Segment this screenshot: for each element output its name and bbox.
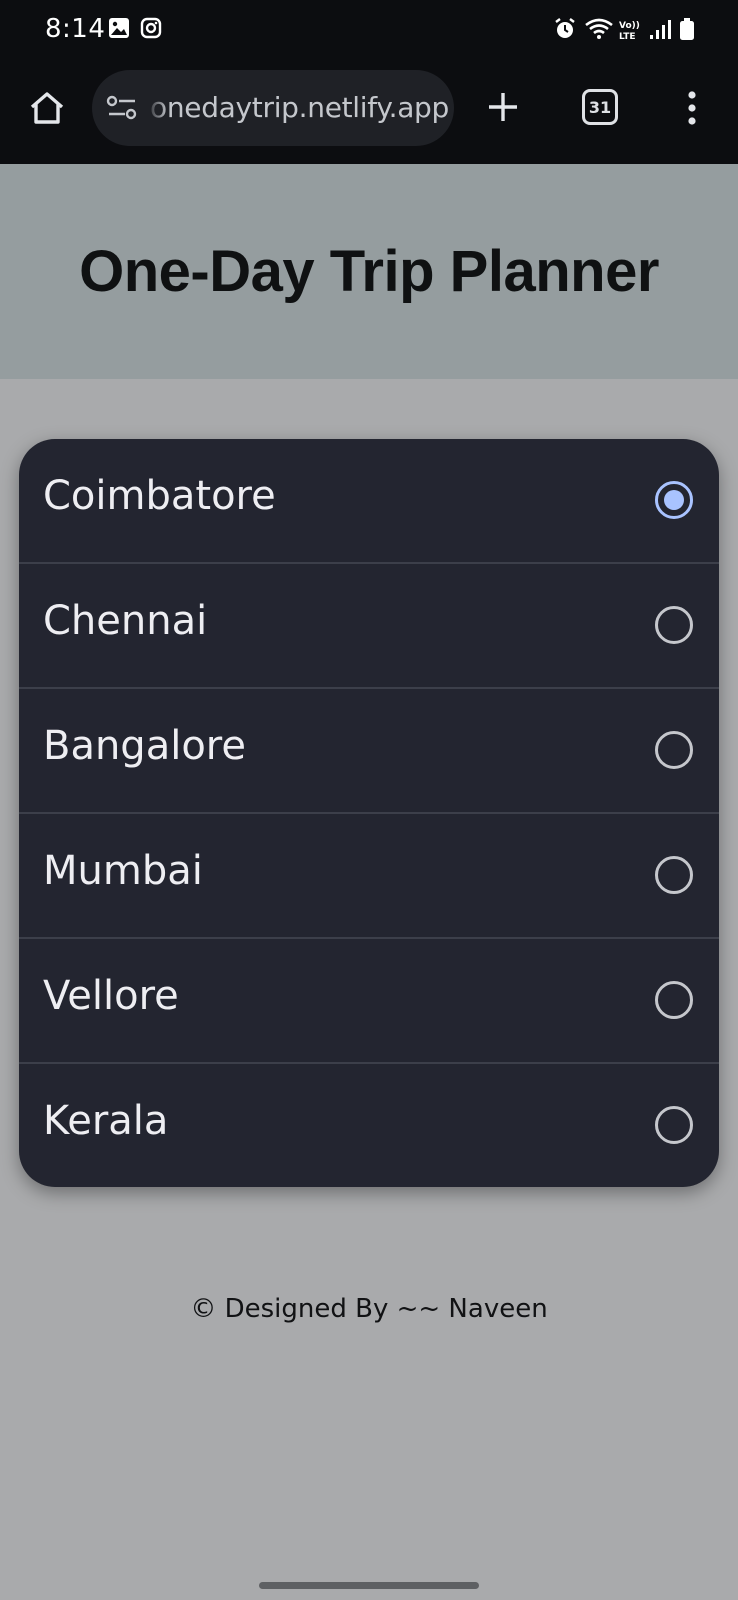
city-option-chennai[interactable]: Chennai [19,564,719,689]
svg-text:Vo)): Vo)) [619,21,640,31]
instagram-notification-icon [140,17,162,44]
city-option-vellore[interactable]: Vellore [19,939,719,1064]
radio-button[interactable] [655,731,693,769]
footer-credit: © Designed By ~~ Naveen [190,1294,548,1324]
page-header: One-Day Trip Planner [0,164,738,379]
tab-count: 31 [582,89,618,125]
wifi-icon [584,17,614,46]
city-option-coimbatore[interactable]: Coimbatore [19,439,719,564]
browser-toolbar: onedaytrip.netlify.app 31 [0,62,738,164]
new-tab-button[interactable] [480,84,526,130]
radio-button[interactable] [655,981,693,1019]
status-time: 8:14 [45,14,106,44]
radio-button[interactable] [655,1106,693,1144]
city-label: Bangalore [43,723,246,769]
volte-icon: Vo)) LTE [618,18,644,47]
more-vertical-icon [688,91,696,125]
page-title: One-Day Trip Planner [79,239,659,304]
gallery-notification-icon [108,17,130,44]
city-label: Coimbatore [43,473,276,519]
svg-text:LTE: LTE [619,32,636,42]
signal-icon [649,17,671,46]
city-option-mumbai[interactable]: Mumbai [19,814,719,939]
radio-button-selected[interactable] [655,481,693,519]
battery-icon [679,17,695,46]
plus-icon [489,93,517,121]
url-text: onedaytrip.netlify.app [150,91,450,124]
city-option-bangalore[interactable]: Bangalore [19,689,719,814]
radio-button[interactable] [655,606,693,644]
home-icon [30,92,64,124]
alarm-icon [553,17,577,46]
radio-button[interactable] [655,856,693,894]
menu-button[interactable] [678,88,706,128]
city-label: Kerala [43,1098,169,1144]
site-settings-icon[interactable] [106,92,138,129]
city-label: Chennai [43,598,208,644]
city-label: Vellore [43,973,179,1019]
status-bar: 8:14 Vo)) LTE [0,0,738,62]
city-option-kerala[interactable]: Kerala [19,1064,719,1187]
home-indicator[interactable] [259,1582,479,1589]
city-label: Mumbai [43,848,203,894]
city-options-list: Coimbatore Chennai Bangalore Mumbai Vell… [19,439,719,1187]
home-button[interactable] [22,80,72,136]
address-bar[interactable]: onedaytrip.netlify.app [92,70,454,146]
